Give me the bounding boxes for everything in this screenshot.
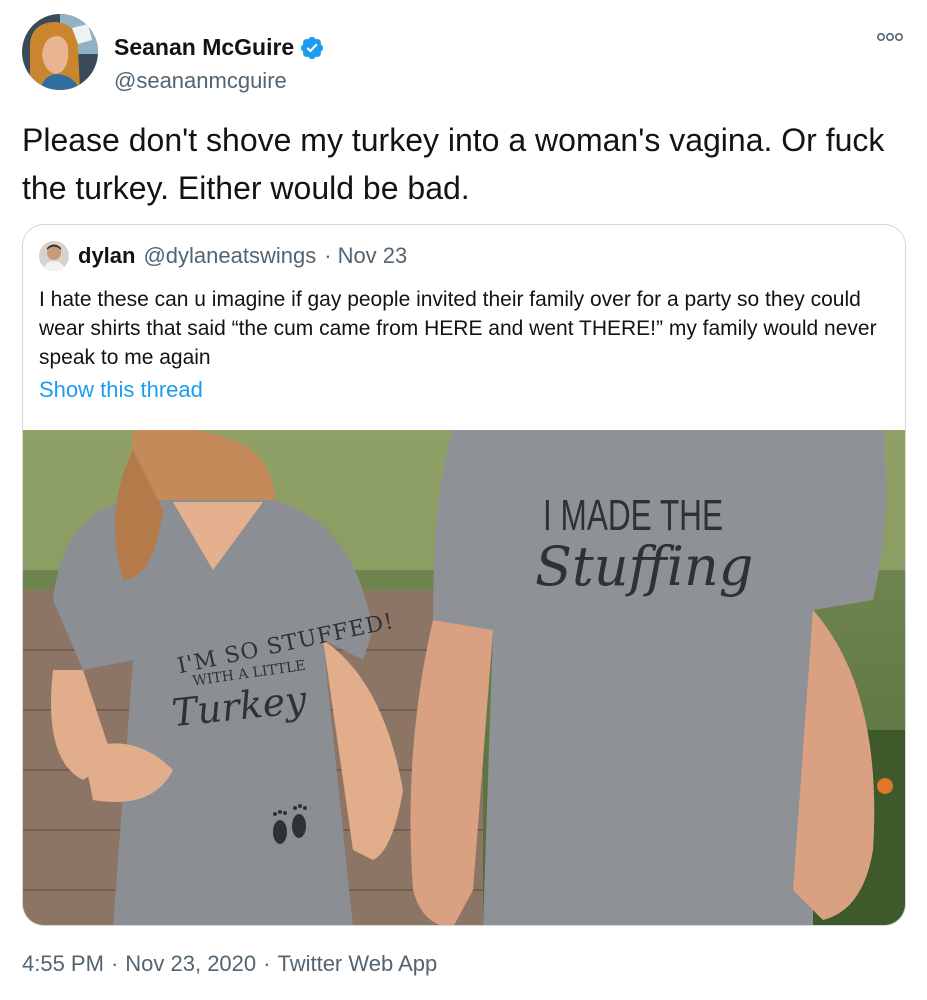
tweet-date[interactable]: Nov 23, 2020 [125, 951, 256, 977]
quoted-author-handle[interactable]: @dylaneatswings [143, 243, 316, 269]
right-shirt-line2: Stuffing [535, 535, 753, 598]
tweet-header: Seanan McGuire @seananmcguire [22, 14, 907, 94]
quoted-author-avatar[interactable] [39, 241, 69, 271]
more-options-icon[interactable] [875, 28, 905, 46]
tweet-footer: 4:55 PM · Nov 23, 2020 · Twitter Web App [22, 951, 437, 977]
quoted-date[interactable]: Nov 23 [338, 243, 408, 269]
author-name-row: Seanan McGuire [114, 34, 325, 61]
author-avatar[interactable] [22, 14, 98, 90]
footer-separator: · [263, 951, 271, 976]
tweet-text: Please don't shove my turkey into a woma… [22, 122, 885, 206]
quoted-tweet-header: dylan @dylaneatswings · Nov 23 [39, 241, 407, 271]
quoted-separator: · [324, 243, 332, 268]
tweet-source[interactable]: Twitter Web App [277, 951, 437, 977]
show-thread-link[interactable]: Show this thread [39, 377, 203, 403]
footer-separator: · [110, 951, 119, 976]
verified-badge-icon [301, 36, 324, 59]
quoted-tweet-photo[interactable]: I'M SO STUFFED! WITH A LITTLE Turkey I M… [23, 430, 906, 926]
author-display-name[interactable]: Seanan McGuire [114, 34, 294, 61]
quoted-tweet-text: I hate these can u imagine if gay people… [39, 288, 877, 369]
quoted-tweet[interactable]: dylan @dylaneatswings · Nov 23 I hate th… [22, 224, 906, 926]
author-handle[interactable]: @seananmcguire [114, 68, 287, 94]
right-shirt-line1: I MADE THE [543, 491, 723, 540]
quoted-author-name[interactable]: dylan [78, 243, 135, 269]
tweet-time[interactable]: 4:55 PM [22, 951, 104, 977]
